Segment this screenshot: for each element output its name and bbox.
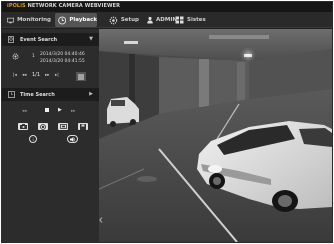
sites-icon	[175, 16, 184, 24]
tab-monitoring[interactable]: Monitoring	[7, 13, 51, 27]
user-icon	[147, 16, 153, 24]
skip-forward-icon[interactable]: ▸|	[55, 73, 66, 78]
capture-button[interactable]	[18, 123, 28, 130]
webviewer-window: iPOLiS NETWORK CAMERA WEBVIEWER Monitori…	[1, 1, 333, 243]
time-search-title: Time Search	[20, 91, 55, 98]
panel-collapse-handle[interactable]	[99, 212, 103, 228]
video-viewport[interactable]	[99, 29, 332, 242]
time-search-header[interactable]: Time Search ▶	[2, 88, 99, 101]
main-tabs: Monitoring Playback Setup ADMIN Sistes	[2, 12, 332, 28]
search-icon	[8, 36, 14, 43]
brand-name: NETWORK CAMERA WEBVIEWER	[27, 3, 121, 9]
event-search-title: Event Search	[20, 36, 58, 43]
event-start-time: 2014/3/20 04:40:46	[40, 52, 85, 57]
monitor-icon	[7, 17, 14, 23]
forward-icon[interactable]: ▸▸	[71, 109, 76, 114]
gear-icon	[109, 16, 118, 24]
forward-icon[interactable]: ▸▸	[45, 73, 55, 78]
tab-sites[interactable]: Sistes	[175, 13, 209, 27]
chevron-left-icon	[99, 217, 103, 223]
audio-icon[interactable]	[67, 135, 78, 143]
play-icon[interactable]: ▶	[58, 107, 62, 113]
list-icon	[78, 74, 84, 79]
clock-icon	[8, 91, 15, 98]
info-icon[interactable]: i	[29, 135, 37, 143]
speaker-icon	[69, 136, 75, 142]
brand-bar: iPOLiS NETWORK CAMERA WEBVIEWER	[2, 2, 332, 12]
save-button[interactable]	[78, 123, 88, 130]
camera-feed-image	[99, 29, 332, 242]
stop-icon[interactable]	[45, 108, 49, 112]
rewind-icon[interactable]: ◂◂	[22, 109, 27, 114]
event-result-row[interactable]: 1	[12, 53, 35, 60]
playback-side-panel: Event Search ▼ 1 2014/3/20 04:40:46 2014…	[2, 29, 99, 242]
screen-button[interactable]	[58, 123, 68, 130]
gear-icon	[12, 53, 19, 60]
event-end-time: 2014/3/20 04:41:55	[40, 59, 85, 64]
tab-sites-label: Sistes	[187, 17, 206, 23]
record-icon	[40, 123, 46, 130]
screen-icon	[59, 124, 67, 129]
page-indicator: 1/1	[32, 72, 41, 78]
save-icon	[80, 123, 86, 130]
list-button[interactable]	[76, 72, 86, 81]
tab-playback[interactable]: Playback	[55, 13, 97, 27]
tab-admin-label: ADMIN	[156, 17, 177, 23]
tab-setup[interactable]: Setup	[109, 13, 139, 27]
brand-prefix: iPOLiS	[7, 3, 26, 9]
event-search-header[interactable]: Event Search ▼	[2, 33, 99, 46]
event-pager: |◂ ◂◂ 1/1 ▸▸ ▸|	[13, 72, 66, 78]
chevron-right-icon[interactable]: ▶	[89, 88, 93, 101]
rewind-icon[interactable]: ◂◂	[22, 73, 32, 78]
tab-monitoring-label: Monitoring	[17, 17, 51, 23]
skip-back-icon[interactable]: |◂	[13, 73, 22, 78]
playback-icon	[58, 16, 67, 24]
event-result-count: 1	[32, 54, 35, 59]
camera-icon	[19, 124, 27, 129]
chevron-down-icon[interactable]: ▼	[89, 33, 93, 46]
brand-title: iPOLiS NETWORK CAMERA WEBVIEWER	[7, 3, 120, 9]
tab-admin[interactable]: ADMIN	[147, 13, 177, 27]
record-button[interactable]	[38, 123, 48, 130]
tab-playback-label: Playback	[69, 17, 97, 23]
tab-setup-label: Setup	[120, 17, 139, 23]
